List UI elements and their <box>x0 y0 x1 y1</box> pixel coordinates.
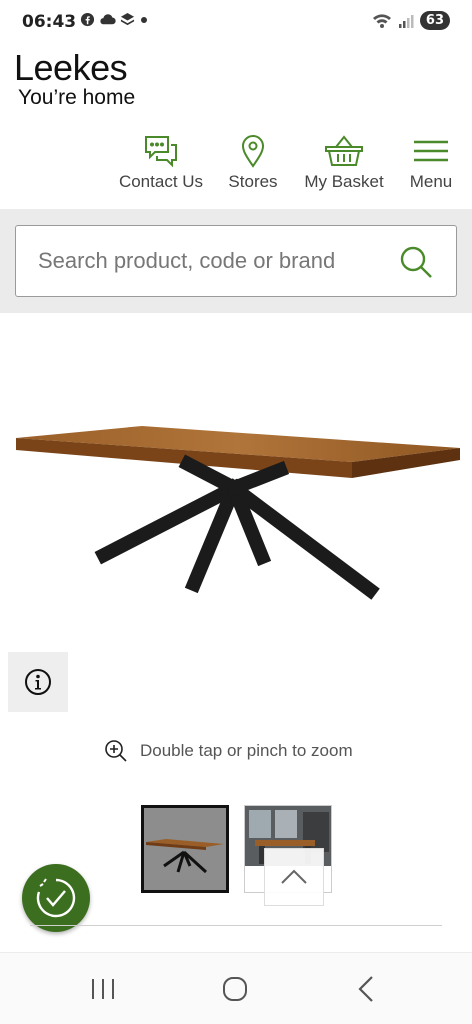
location-pin-icon <box>241 135 265 168</box>
product-image-dining-table[interactable] <box>12 412 462 602</box>
search-box[interactable]: Search product, code or brand <box>15 225 457 297</box>
signal-icon <box>398 14 414 28</box>
search-icon[interactable] <box>398 244 434 280</box>
recent-apps-icon[interactable] <box>90 977 116 1001</box>
brand-name: Leekes <box>14 47 128 88</box>
zoom-hint-text: Double tap or pinch to zoom <box>140 741 353 760</box>
nav-my-basket[interactable]: My Basket <box>298 134 390 192</box>
nav-contact-us-label: Contact Us <box>118 172 204 191</box>
scroll-to-top-button[interactable] <box>264 848 324 906</box>
hamburger-icon <box>414 140 448 162</box>
zoom-in-icon <box>105 740 127 762</box>
nav-contact-us[interactable]: Contact Us <box>113 134 209 192</box>
system-nav-bar <box>0 952 472 1024</box>
site-logo[interactable]: Leekes You’re home <box>14 50 135 110</box>
back-icon[interactable] <box>356 975 376 1003</box>
accessibility-widget-button[interactable] <box>22 864 90 932</box>
divider <box>30 925 442 926</box>
chat-bubbles-icon <box>145 136 177 168</box>
nav-menu-label: Menu <box>409 172 453 191</box>
info-button[interactable] <box>8 652 68 712</box>
status-bar: 06:43 63 <box>0 0 472 44</box>
nav-stores[interactable]: Stores <box>222 134 284 192</box>
chevron-up-icon <box>281 869 307 884</box>
facebook-icon <box>80 12 95 27</box>
battery-indicator: 63 <box>419 11 450 30</box>
info-icon <box>25 669 51 695</box>
gallery-thumbnail-1[interactable] <box>141 805 229 893</box>
nav-stores-label: Stores <box>228 172 278 191</box>
basket-icon <box>325 135 363 166</box>
home-icon[interactable] <box>222 976 248 1002</box>
thumbnail-table-image <box>146 839 224 874</box>
nav-menu[interactable]: Menu <box>403 134 459 192</box>
layers-icon <box>120 12 135 26</box>
status-icons-left <box>80 12 149 27</box>
dot-icon <box>141 16 147 23</box>
cloud-icon <box>100 14 116 25</box>
status-icons-right: 63 <box>372 11 450 30</box>
wifi-icon <box>372 13 391 28</box>
search-input[interactable]: Search product, code or brand <box>38 248 378 274</box>
status-time: 06:43 <box>22 12 77 32</box>
zoom-hint: Double tap or pinch to zoom <box>104 739 353 763</box>
nav-my-basket-label: My Basket <box>304 172 384 191</box>
search-band: Search product, code or brand <box>0 209 472 313</box>
header-nav: Contact Us Stores My Basket Menu <box>0 134 472 198</box>
brand-tagline: You’re home <box>18 86 136 109</box>
accessibility-check-icon <box>36 878 76 918</box>
